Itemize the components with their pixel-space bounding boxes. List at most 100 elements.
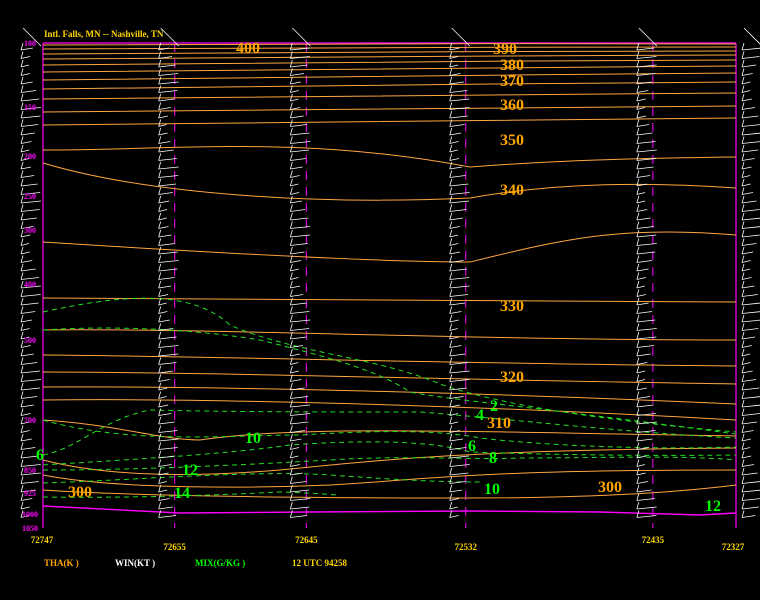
isentrope-14: [42, 231, 737, 263]
wind-barb-flag-72645: [289, 442, 293, 450]
wind-barb-flag-72747: [20, 323, 24, 331]
wind-barb-flag-72435: [636, 127, 640, 136]
wind-barb-flag-72435: [636, 170, 640, 178]
wind-barb-72327: [741, 149, 759, 153]
wind-barb-flag-72327: [741, 416, 745, 425]
wind-barb-72645: [290, 277, 299, 280]
wind-barb-flag-72327: [741, 357, 745, 365]
wind-barb-72655: [158, 464, 172, 467]
wind-barb-flag-72327: [741, 340, 745, 348]
wind-barb-72435: [636, 47, 655, 51]
wind-barb-flag-72645: [289, 280, 293, 289]
wind-barb-flag-72645: [289, 289, 293, 297]
mixing-ratio-contours: [42, 297, 737, 498]
wind-barb-flag-72655: [158, 365, 162, 374]
wind-barb-72435: [636, 481, 649, 484]
wind-barb-72327: [741, 430, 754, 433]
wind-barb-flag-72435: [636, 187, 640, 195]
wind-barb-flag-72435: [636, 323, 640, 331]
wind-barb-flag-72532: [449, 348, 453, 357]
wind-barb-flag-72327: [741, 493, 745, 501]
isentrope-21: [42, 419, 737, 441]
wind-barb-flag-72327: [741, 348, 745, 357]
wind-barb-flag-72645: [289, 204, 293, 212]
wind-barb-flag-72645: [289, 144, 293, 153]
wind-barb-72655: [158, 379, 170, 382]
wind-barb-72532: [449, 498, 460, 501]
wind-barb-flag-72435: [636, 195, 640, 204]
wind-barb-flag-72655: [158, 289, 162, 297]
wind-barb-72532: [449, 277, 470, 280]
station-label-72327: 72327: [722, 542, 745, 552]
wind-barb-flag-72327: [741, 510, 745, 518]
mixing-ratio-label: 10: [484, 481, 500, 498]
wind-barb-72655: [158, 243, 176, 246]
wind-barb-flag-72747: [20, 102, 24, 110]
wind-barb-flag-72747: [20, 68, 24, 76]
wind-barb-72655: [158, 311, 168, 314]
wind-barb-flag-72532: [449, 501, 453, 510]
wind-barb-72655: [158, 217, 167, 221]
mixing-ratio-label: 12: [182, 462, 198, 479]
station-label-72645: 72645: [295, 535, 318, 545]
wind-barb-72645: [290, 183, 299, 187]
wind-barb-72532: [449, 200, 470, 204]
isentrope-13: [42, 162, 737, 201]
wind-barb-72327: [741, 234, 760, 238]
wind-barb-72532: [449, 209, 467, 212]
wind-barb-72435: [636, 56, 657, 59]
wind-barb-72435: [636, 268, 649, 272]
wind-barb-72532: [449, 268, 467, 272]
wind-barb-72435: [636, 149, 657, 153]
wind-barb-flag-72435: [636, 59, 640, 68]
wind-barb-72655: [158, 302, 167, 306]
wind-barb-flag-72435: [636, 102, 640, 110]
wind-barb-flag-72655: [158, 229, 162, 238]
mixing-ratio-label: 10: [245, 430, 261, 447]
wind-barb-72327: [741, 302, 760, 306]
wind-barb-flag-72327: [741, 127, 745, 136]
wind-barb-72655: [158, 226, 169, 229]
wind-barb-flag-72532: [449, 195, 453, 204]
wind-barb-72327: [741, 413, 760, 416]
wind-barb-72747: [20, 362, 38, 365]
wind-barb-flag-72645: [289, 238, 293, 246]
wind-barb-72645: [290, 149, 310, 153]
wind-barb-flag-72655: [158, 382, 162, 391]
wind-barb-flag-72435: [636, 459, 640, 467]
wind-barb-flag-72327: [741, 119, 745, 127]
wind-barb-flag-72747: [20, 246, 24, 255]
wind-barb-flag-72655: [158, 263, 162, 272]
wind-barb-flag-72327: [741, 484, 745, 493]
mixing-ratio-label: 12: [705, 498, 721, 515]
wind-barb-flag-72747: [20, 476, 24, 484]
wind-barb-72532: [449, 421, 459, 425]
wind-barb-flag-72435: [636, 382, 640, 391]
wind-barb-flag-72532: [449, 178, 453, 187]
wind-barb-72532: [449, 47, 460, 51]
wind-barb-72645: [290, 379, 302, 382]
wind-barb-flag-72645: [289, 416, 293, 425]
wind-barb-72435: [636, 217, 651, 221]
wind-barb-72532: [449, 285, 470, 289]
wind-barb-72747: [20, 438, 32, 442]
wind-barb-72655: [158, 175, 179, 178]
wind-barb-72655: [158, 277, 175, 280]
wind-barb-flag-72327: [741, 144, 745, 153]
wind-barb-72327: [741, 141, 760, 144]
pressure-tick-label: 700: [24, 416, 36, 425]
wind-barb-72327: [741, 319, 760, 323]
wind-barb-flag-72747: [20, 408, 24, 416]
wind-barb-flag-72435: [636, 391, 640, 399]
pressure-tick-label: 1050: [22, 524, 38, 533]
wind-barb-flag-72435: [636, 272, 640, 280]
wind-barb-72435: [636, 115, 647, 119]
wind-barb-72532: [449, 455, 470, 459]
wind-barb-flag-72655: [158, 272, 162, 280]
wind-barb-flag-72327: [741, 161, 745, 170]
theta-label: 300: [598, 479, 622, 496]
wind-barb-flag-72645: [289, 459, 293, 467]
wind-barb-72327: [741, 498, 760, 501]
wind-barb-72655: [158, 132, 168, 136]
wind-barb-flag-72532: [449, 204, 453, 212]
